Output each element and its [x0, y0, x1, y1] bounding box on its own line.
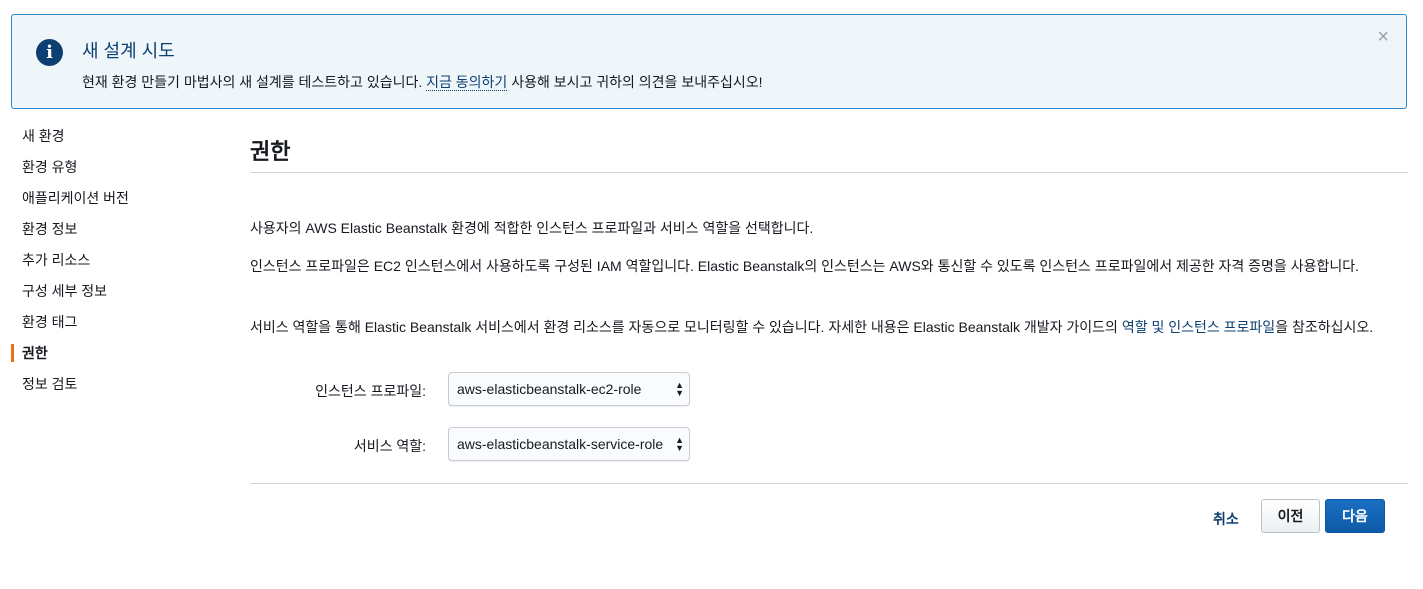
sidebar-item-review[interactable]: 정보 검토 [11, 370, 211, 401]
banner-text-after: 사용해 보시고 귀하의 의견을 보내주십시오! [507, 74, 763, 90]
sidebar-item-new-environment[interactable]: 새 환경 [11, 122, 211, 153]
service-role-text-after: 을 참조하십시오. [1275, 319, 1374, 335]
sidebar-item-environment-tags[interactable]: 환경 태그 [11, 308, 211, 339]
sidebar-item-application-version[interactable]: 애플리케이션 버전 [11, 184, 211, 215]
info-icon: i [36, 39, 63, 66]
service-role-label: 서비스 역할: [353, 438, 426, 454]
service-role-description: 서비스 역할을 통해 Elastic Beanstalk 서비스에서 환경 리소… [250, 316, 1405, 338]
service-role-row: 서비스 역할: aws-elasticbeanstalk-service-rol… [250, 427, 750, 461]
divider [250, 483, 1408, 484]
cancel-button[interactable]: 취소 [1213, 509, 1239, 529]
instance-profile-label: 인스턴스 프로파일: [315, 383, 426, 399]
sidebar-item-environment-type[interactable]: 환경 유형 [11, 153, 211, 184]
banner-text-before: 현재 환경 만들기 마법사의 새 설계를 테스트하고 있습니다. [82, 74, 427, 90]
select-arrows-icon: ▲ ▼ [675, 435, 684, 453]
next-button[interactable]: 다음 [1325, 499, 1385, 533]
select-arrows-icon: ▲ ▼ [675, 380, 684, 398]
instance-profile-row: 인스턴스 프로파일: aws-elasticbeanstalk-ec2-role… [250, 372, 750, 406]
instance-profile-value: aws-elasticbeanstalk-ec2-role [457, 381, 642, 397]
service-role-value: aws-elasticbeanstalk-service-role [457, 436, 664, 452]
sidebar-item-permissions[interactable]: 권한 [11, 339, 211, 370]
close-icon[interactable]: × [1377, 27, 1389, 47]
intro-paragraph: 사용자의 AWS Elastic Beanstalk 환경에 적합한 인스턴스 … [250, 220, 814, 236]
instance-profile-description: 인스턴스 프로파일은 EC2 인스턴스에서 사용하도록 구성된 IAM 역할입니… [250, 258, 1359, 274]
wizard-sidebar: 새 환경 환경 유형 애플리케이션 버전 환경 정보 추가 리소스 구성 세부 … [11, 122, 211, 401]
permissions-panel: 권한 사용자의 AWS Elastic Beanstalk 환경에 적합한 인스… [250, 138, 1408, 484]
service-role-text-before: 서비스 역할을 통해 Elastic Beanstalk 서비스에서 환경 리소… [250, 319, 1122, 335]
info-banner: i 새 설계 시도 현재 환경 만들기 마법사의 새 설계를 테스트하고 있습니… [11, 14, 1407, 109]
sidebar-item-configuration-details[interactable]: 구성 세부 정보 [11, 277, 211, 308]
banner-title: 새 설계 시도 [82, 41, 175, 61]
banner-description: 현재 환경 만들기 마법사의 새 설계를 테스트하고 있습니다. 지금 동의하기… [82, 72, 763, 92]
sidebar-item-additional-resources[interactable]: 추가 리소스 [11, 246, 211, 277]
divider [250, 172, 1408, 173]
opt-in-link[interactable]: 지금 동의하기 [426, 74, 508, 91]
sidebar-item-environment-info[interactable]: 환경 정보 [11, 215, 211, 246]
service-role-select[interactable]: aws-elasticbeanstalk-service-role ▲ ▼ [448, 427, 690, 461]
previous-button[interactable]: 이전 [1261, 499, 1320, 533]
page-title: 권한 [250, 139, 291, 164]
instance-profile-select[interactable]: aws-elasticbeanstalk-ec2-role ▲ ▼ [448, 372, 690, 406]
roles-and-profiles-link[interactable]: 역할 및 인스턴스 프로파일 [1122, 319, 1275, 335]
